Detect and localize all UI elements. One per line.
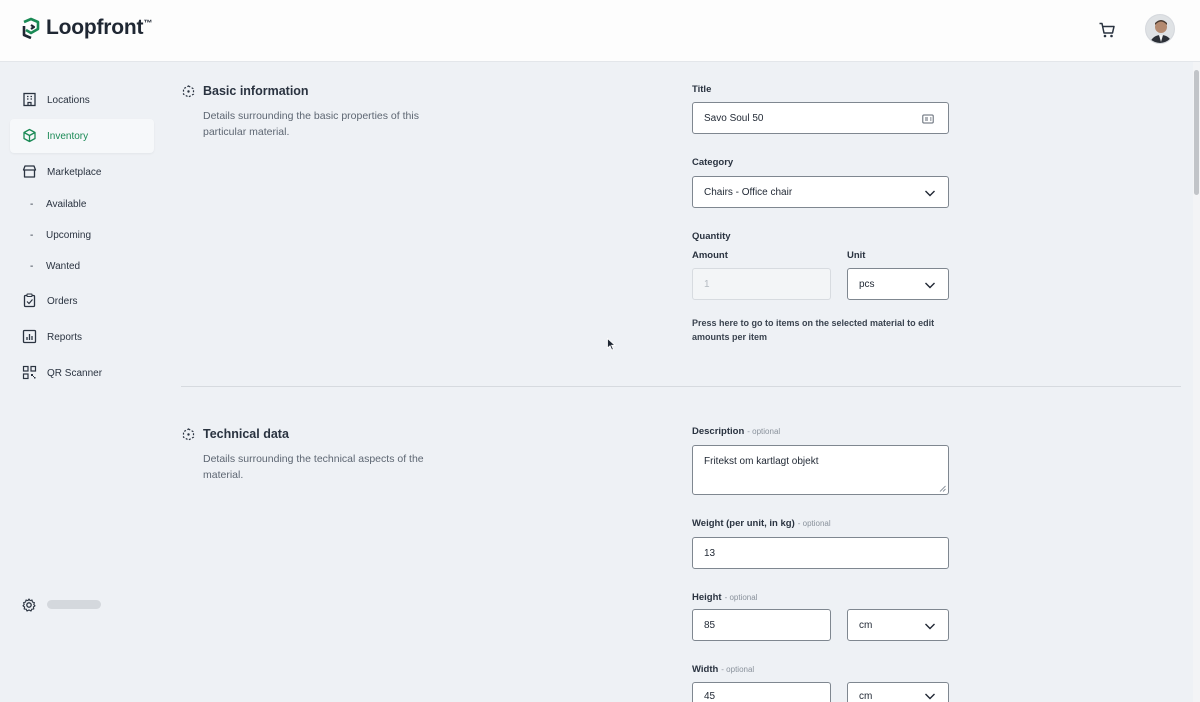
edit-amounts-link[interactable]: Press here to go to items on the selecte… (692, 317, 952, 344)
sidebar-item-reports[interactable]: Reports (10, 320, 154, 354)
section-cube-icon (182, 428, 195, 441)
store-icon (22, 165, 37, 178)
section-title-technical: Technical data (203, 427, 289, 441)
sidebar-item-locations[interactable]: Locations (10, 83, 154, 117)
chevron-down-icon (925, 693, 935, 700)
description-textarea[interactable]: Fritekst om kartlagt objekt (692, 445, 949, 495)
sidebar-item-qr-scanner[interactable]: QR Scanner (10, 356, 154, 390)
height-input[interactable]: 85 (692, 609, 831, 641)
chevron-down-icon (925, 190, 935, 197)
sidebar-item-label: Marketplace (47, 166, 102, 178)
width-input[interactable]: 45 (692, 682, 831, 702)
chevron-down-icon (925, 623, 935, 630)
sidebar-item-inventory[interactable]: Inventory (10, 119, 154, 153)
sidebar-item-label: Locations (47, 94, 90, 106)
cube-icon (23, 128, 36, 143)
category-select[interactable]: Chairs - Office chair (692, 176, 949, 208)
section-title-basic: Basic information (203, 84, 309, 98)
gear-icon[interactable] (22, 598, 36, 612)
scrollbar-thumb[interactable] (1194, 70, 1199, 195)
sidebar-item-label: Inventory (47, 130, 89, 142)
sidebar-item-marketplace[interactable]: Marketplace (10, 155, 154, 189)
sidebar-item-label: QR Scanner (47, 367, 103, 379)
resize-handle-icon[interactable] (939, 485, 946, 492)
cart-icon[interactable] (1098, 21, 1116, 39)
id-card-icon (922, 114, 934, 124)
sidebar-item-orders[interactable]: Orders (10, 284, 154, 318)
width-label: Width - optional (692, 664, 755, 675)
sidebar-subitem-available[interactable]: - Available (30, 194, 86, 214)
category-label: Category (692, 157, 734, 168)
quantity-label: Quantity (692, 231, 731, 242)
weight-input[interactable]: 13 (692, 537, 949, 569)
chart-icon (22, 329, 37, 344)
amount-label: Amount (692, 250, 728, 261)
height-unit-select[interactable]: cm (847, 609, 949, 641)
top-bar: Loopfront™ (0, 0, 1200, 62)
avatar-image (1146, 15, 1174, 43)
clipboard-icon (23, 293, 36, 308)
logo-text: Loopfront™ (46, 16, 153, 39)
title-input[interactable]: Savo Soul 50 (692, 102, 949, 134)
section-desc-basic: Details surrounding the basic properties… (203, 110, 419, 138)
height-label: Height - optional (692, 592, 758, 603)
unit-label: Unit (847, 250, 866, 261)
building-icon (23, 92, 36, 107)
sidebar-item-label: Orders (47, 295, 78, 307)
sidebar-subitem-wanted[interactable]: - Wanted (30, 256, 80, 276)
mouse-cursor-icon (607, 338, 616, 351)
qr-icon (22, 365, 37, 380)
section-cube-icon (182, 85, 195, 98)
amount-input: 1 (692, 268, 831, 300)
description-label: Description - optional (692, 426, 781, 437)
section-divider (181, 386, 1181, 387)
chevron-down-icon (925, 282, 935, 289)
width-unit-select[interactable]: cm (847, 682, 949, 702)
section-desc-technical: Details surrounding the technical aspect… (203, 453, 424, 481)
unit-select[interactable]: pcs (847, 268, 949, 300)
user-avatar[interactable] (1145, 14, 1175, 44)
title-label: Title (692, 84, 712, 95)
user-name-placeholder (47, 600, 101, 609)
logo[interactable]: Loopfront™ (20, 16, 152, 40)
loopfront-logo-icon (22, 17, 40, 39)
sidebar-item-label: Reports (47, 331, 83, 343)
sidebar-subitem-upcoming[interactable]: - Upcoming (30, 225, 91, 245)
weight-label: Weight (per unit, in kg) - optional (692, 518, 831, 529)
